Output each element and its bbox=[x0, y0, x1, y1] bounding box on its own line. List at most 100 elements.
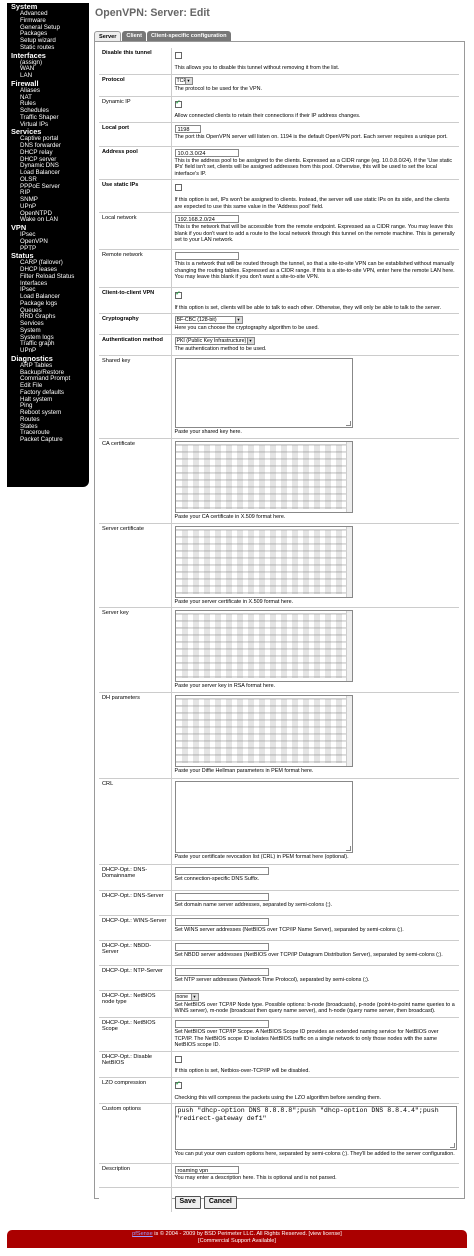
resize-grip-icon[interactable] bbox=[345, 420, 351, 426]
local-port-label: Local port bbox=[99, 122, 172, 147]
dhcp-domain-hint: Set connection-specific DNS Suffix. bbox=[174, 875, 260, 882]
copyright-text: is © 2004 - 2009 by BSD Perimeter LLC. A… bbox=[152, 1231, 342, 1237]
netbios-scope-input[interactable] bbox=[174, 1020, 269, 1029]
dhcp-wins-label: DHCP-Opt.: WINS-Server bbox=[99, 915, 172, 941]
disable-label: Disable this tunnel bbox=[99, 48, 172, 75]
crypto-label: Cryptography bbox=[99, 313, 172, 336]
row-ca-cert: CA certificate Paste your CA certificate… bbox=[99, 438, 459, 524]
scrollbar[interactable] bbox=[345, 695, 352, 766]
auth-select[interactable]: PKI (Public Key Infrastructure) ▼ bbox=[174, 337, 255, 346]
scrollbar[interactable] bbox=[345, 526, 352, 597]
server-key-textarea[interactable] bbox=[174, 610, 353, 683]
netbios-type-label: DHCP-Opt.: NetBIOS node type bbox=[99, 990, 172, 1019]
dhcp-wins-input[interactable] bbox=[174, 917, 269, 926]
shared-key-textarea[interactable] bbox=[174, 357, 353, 428]
resize-grip-icon[interactable] bbox=[449, 1143, 455, 1149]
crypto-select[interactable]: BF-CBC (128-bit) ▼ bbox=[174, 316, 243, 325]
row-dhcp-ntp: DHCP-Opt.: NTP-Server Set NTP server add… bbox=[99, 965, 459, 991]
row-static-ips: Use static IPs If this option is set, IP… bbox=[99, 179, 459, 214]
row-dhcp-wins: DHCP-Opt.: WINS-Server Set WINS server a… bbox=[99, 915, 459, 941]
c2c-hint: If this option is set, clients will be a… bbox=[174, 304, 442, 311]
description-label: Description bbox=[99, 1163, 172, 1189]
ca-cert-textarea[interactable] bbox=[174, 440, 353, 513]
chevron-down-icon: ▼ bbox=[246, 338, 254, 345]
row-shared-key: Shared key Paste your shared key here. bbox=[99, 355, 459, 439]
remote-network-input[interactable] bbox=[174, 252, 239, 261]
cancel-button[interactable]: Cancel bbox=[203, 1196, 237, 1210]
row-netbios-scope: DHCP-Opt.: NetBIOS Scope Set NetBIOS ove… bbox=[99, 1017, 459, 1052]
save-button[interactable]: Save bbox=[174, 1196, 201, 1210]
c2c-checkbox[interactable] bbox=[174, 291, 182, 300]
dynamic-ip-label: Dynamic IP bbox=[99, 96, 172, 123]
brand-link[interactable]: pfSense bbox=[132, 1231, 153, 1237]
disable-checkbox[interactable] bbox=[174, 52, 182, 59]
tab-client[interactable]: Client bbox=[122, 31, 146, 41]
row-netbios-type: DHCP-Opt.: NetBIOS node type none ▼ Set Ne… bbox=[99, 990, 459, 1019]
lzo-hint: Checking this will compress the packets … bbox=[174, 1094, 381, 1101]
shared-key-label: Shared key bbox=[99, 355, 172, 439]
form-panel: Disable this tunnel This allows you to d… bbox=[94, 41, 465, 1212]
shared-key-hint: Paste your shared key here. bbox=[174, 428, 242, 435]
server-cert-hint: Paste your server certificate in X.509 f… bbox=[174, 598, 294, 605]
row-dynamic-ip: Dynamic IP Allow connected clients to re… bbox=[99, 96, 459, 123]
local-port-input[interactable]: 1198 bbox=[174, 124, 201, 133]
static-ips-checkbox[interactable] bbox=[174, 184, 182, 192]
dhcp-nbdd-input[interactable] bbox=[174, 942, 269, 951]
dhcp-dns-hint: Set domain name server addresses, separa… bbox=[174, 901, 333, 908]
server-cert-label: Server certificate bbox=[99, 523, 172, 609]
tab-client-specific[interactable]: Client-specific configuration bbox=[146, 31, 231, 41]
dhcp-ntp-label: DHCP-Opt.: NTP-Server bbox=[99, 965, 172, 991]
custom-options-textarea[interactable]: push "dhcp-option DNS 8.8.8.8";push "dhc… bbox=[174, 1106, 457, 1151]
dhcp-wins-hint: Set WINS server addresses (NetBIOS over … bbox=[174, 926, 404, 933]
row-address-pool: Address pool 10.0.3.0/24 This is the addr… bbox=[99, 146, 459, 181]
dhcp-domain-input[interactable] bbox=[174, 866, 269, 875]
crl-textarea[interactable] bbox=[174, 780, 353, 853]
description-input[interactable]: roaming vpn bbox=[174, 1166, 239, 1175]
dhcp-domain-label: DHCP-Opt.: DNS-Domainname bbox=[99, 864, 172, 891]
row-remote-network: Remote network This is a network that wi… bbox=[99, 249, 459, 289]
dhcp-ntp-input[interactable] bbox=[174, 967, 269, 976]
chevron-down-icon: ▼ bbox=[190, 993, 198, 1000]
netbios-type-hint: Set NetBIOS over TCP/IP Node type. Possi… bbox=[174, 1001, 455, 1015]
resize-grip-icon[interactable] bbox=[345, 845, 351, 851]
dhcp-dns-input[interactable] bbox=[174, 892, 269, 901]
crypto-hint: Here you can choose the cryptography alg… bbox=[174, 325, 319, 332]
row-dhcp-nbdd: DHCP-Opt.: NBDD-Server Set NBDD server a… bbox=[99, 940, 459, 966]
netbios-disable-checkbox[interactable] bbox=[174, 1055, 182, 1063]
dh-hint: Paste your Diffie Hellman parameters in … bbox=[174, 767, 314, 774]
protocol-select[interactable]: TCP ▼ bbox=[174, 76, 193, 85]
local-port-hint: The port this OpenVPN server will listen… bbox=[174, 133, 448, 140]
address-pool-label: Address pool bbox=[99, 146, 172, 181]
crl-hint: Paste your certificate revocation list (… bbox=[174, 853, 349, 860]
scrollbar[interactable] bbox=[345, 611, 352, 682]
row-server-cert: Server certificate Paste your server cer… bbox=[99, 523, 459, 609]
row-crl: CRL Paste your certificate revocation li… bbox=[99, 778, 459, 865]
local-network-label: Local network bbox=[99, 212, 172, 251]
row-auth: Authentication method PKI (Public Key In… bbox=[99, 334, 459, 356]
sidebar-item[interactable]: Packet Capture bbox=[7, 436, 89, 444]
local-network-hint: This is the network that will be accessi… bbox=[174, 224, 455, 244]
protocol-label: Protocol bbox=[99, 74, 172, 97]
static-ips-hint: If this option is set, IPs won't be assi… bbox=[174, 197, 450, 210]
local-network-input[interactable]: 192.168.2.0/24 bbox=[174, 215, 239, 224]
row-dhcp-domain: DHCP-Opt.: DNS-Domainname Set connection… bbox=[99, 864, 459, 891]
address-pool-input[interactable]: 10.0.3.0/24 bbox=[174, 148, 239, 157]
auth-label: Authentication method bbox=[99, 334, 172, 356]
commercial-support-link[interactable]: [Commercial Support Available] bbox=[7, 1238, 467, 1245]
dh-textarea[interactable] bbox=[174, 694, 353, 767]
chevron-down-icon: ▼ bbox=[234, 317, 242, 324]
dynamic-ip-checkbox[interactable] bbox=[174, 100, 182, 108]
static-ips-label: Use static IPs bbox=[99, 179, 172, 214]
server-cert-textarea[interactable] bbox=[174, 525, 353, 598]
row-local-port: Local port 1198 The port this OpenVPN ser… bbox=[99, 122, 459, 147]
scrollbar[interactable] bbox=[345, 441, 352, 512]
row-dh: DH parameters Paste your Diffie Hellman … bbox=[99, 692, 459, 779]
ca-cert-label: CA certificate bbox=[99, 438, 172, 524]
footer: pfSense is © 2004 - 2009 by BSD Perimete… bbox=[7, 1230, 467, 1248]
dhcp-ntp-hint: Set NTP server addresses (Network Time P… bbox=[174, 976, 370, 983]
netbios-type-select[interactable]: none ▼ bbox=[174, 992, 199, 1001]
row-local-network: Local network 192.168.2.0/24 This is the … bbox=[99, 212, 459, 251]
lzo-checkbox[interactable] bbox=[174, 1081, 182, 1090]
tab-bar: Server Client Client-specific configurat… bbox=[94, 31, 232, 42]
c2c-label: Client-to-client VPN bbox=[99, 287, 172, 315]
